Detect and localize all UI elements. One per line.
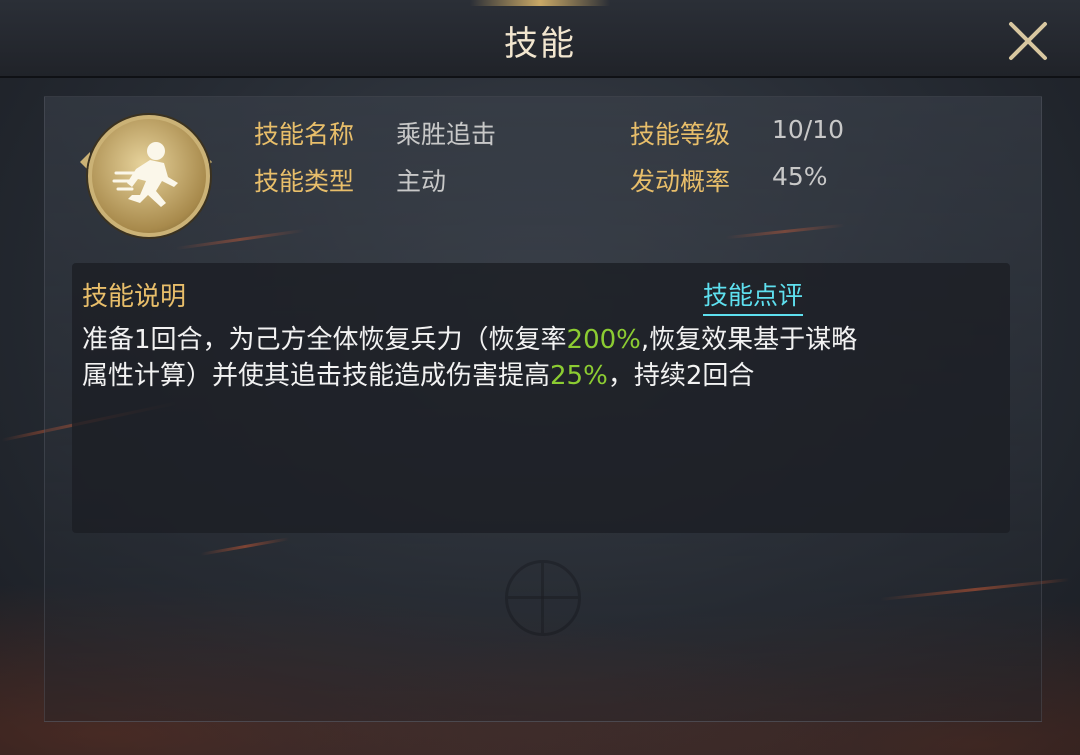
header-ornament [470,0,610,6]
recovery-rate-value: 200% [566,325,641,355]
skill-name-value: 乘胜追击 [396,120,497,149]
trigger-chance-value: 45% [772,162,828,191]
close-button[interactable] [1005,18,1051,64]
skill-level-value: 10/10 [772,115,845,144]
description-title: 技能说明 [82,282,187,312]
description-line-1: 准备1回合，为己方全体恢复兵力（恢复率200%,恢复效果基于谋略 [82,322,987,358]
description-line-2: 属性计算）并使其追击技能造成伤害提高25%，持续2回合 [82,358,987,394]
damage-bonus-value: 25% [550,361,608,391]
title-bar: 技能 [0,0,1080,78]
skill-type-value: 主动 [396,167,447,196]
description-text-span: 准备1回合，为己方全体恢复兵力（恢复率 [82,325,567,355]
description-text: 准备1回合，为己方全体恢复兵力（恢复率200%,恢复效果基于谋略 属性计算）并使… [82,322,987,394]
trigger-chance-label: 发动概率 [630,167,731,196]
skill-name-label: 技能名称 [254,120,355,149]
description-text-span: ,恢复效果基于谋略 [640,325,858,355]
window-title: 技能 [504,24,576,64]
skill-review-link[interactable]: 技能点评 [703,276,804,316]
skill-level-label: 技能等级 [630,120,731,149]
skill-icon [88,115,210,237]
skill-type-label: 技能类型 [254,167,355,196]
close-icon [1009,22,1047,60]
skill-runner-icon [112,142,178,207]
description-text-span: ，持续2回合 [607,361,755,391]
description-box [72,263,1010,533]
description-text-span: 属性计算）并使其追击技能造成伤害提高 [82,361,551,391]
